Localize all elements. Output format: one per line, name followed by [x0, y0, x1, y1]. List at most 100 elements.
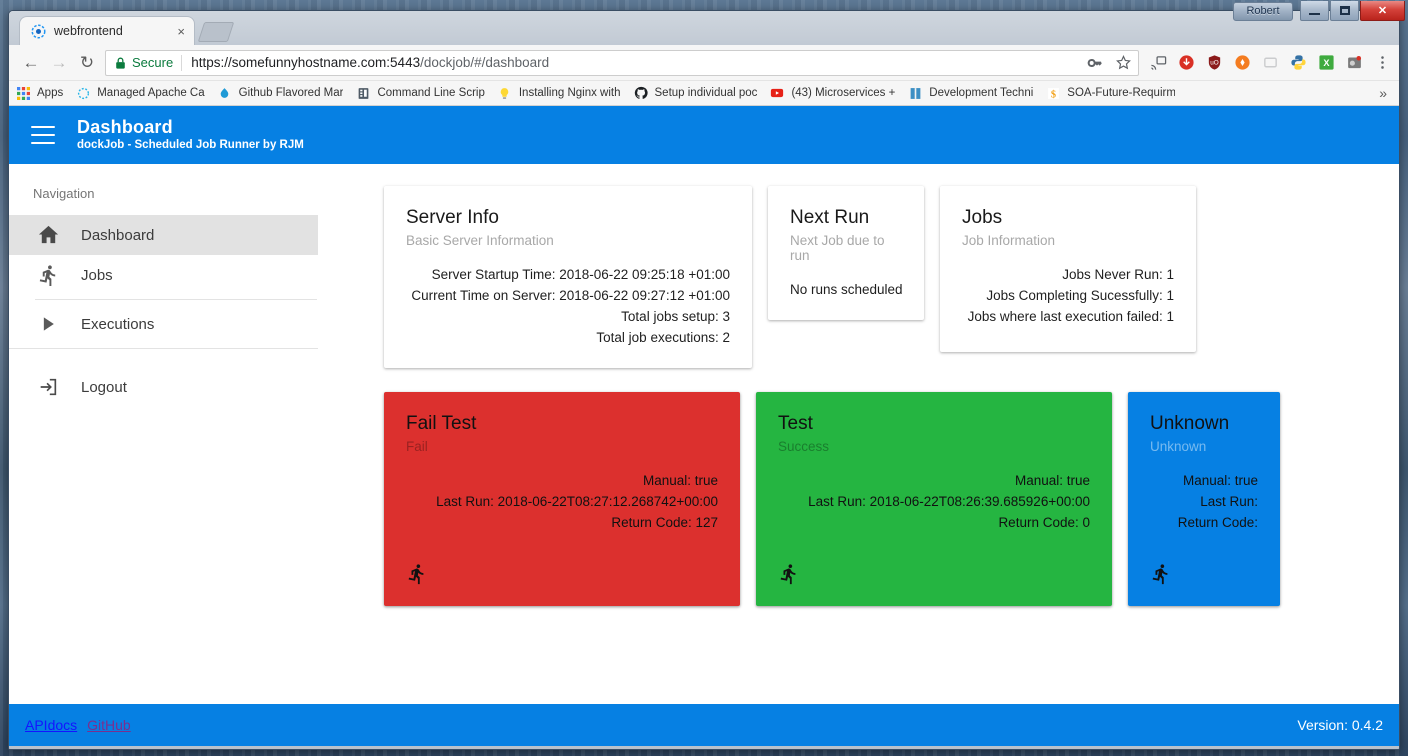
bookmark-label: Setup individual poc — [654, 87, 758, 99]
window-close-button[interactable]: ✕ — [1360, 1, 1405, 21]
sidebar-item-label: Executions — [81, 315, 155, 333]
version-label: Version: 0.4.2 — [1297, 717, 1383, 733]
forward-button[interactable]: → — [45, 49, 73, 77]
job-card-test: Test Success Manual: true Last Run: 2018… — [756, 392, 1112, 606]
omnibox-divider — [181, 54, 183, 71]
card-title: Jobs — [962, 207, 1003, 228]
os-title-bar: Robert ✕ — [0, 0, 1408, 24]
app-body: Navigation Dashboard Jobs Executions Log… — [9, 164, 1399, 704]
tab-close-button[interactable]: × — [174, 24, 188, 39]
browser-window: webfrontend × ← → ↻ Secure https://somef… — [8, 10, 1400, 750]
key-icon[interactable] — [1086, 54, 1104, 72]
sidebar: Navigation Dashboard Jobs Executions Log… — [9, 164, 318, 704]
new-tab-button[interactable] — [197, 22, 235, 42]
runner-icon — [35, 264, 61, 287]
window-maximize-button[interactable] — [1330, 1, 1359, 21]
github-link[interactable]: GitHub — [87, 717, 131, 733]
info-line: Last Run: — [1200, 494, 1258, 509]
window-bottom-edge — [9, 746, 1399, 749]
os-user-button[interactable]: Robert — [1233, 2, 1293, 21]
bookmarks-overflow-button[interactable]: » — [1379, 85, 1393, 101]
download-manager-icon[interactable] — [1177, 54, 1195, 72]
youtube-icon — [769, 85, 785, 101]
card-subtitle: Next Job due to run — [790, 233, 885, 263]
cast-icon[interactable] — [1149, 54, 1167, 72]
bookmark-item[interactable]: $ SOA-Future-Requirm — [1045, 85, 1175, 101]
webfrontend-favicon — [30, 23, 46, 39]
drupal-droplet-icon — [217, 85, 233, 101]
sidebar-divider — [35, 299, 317, 300]
logout-icon — [35, 376, 61, 398]
card-body: No runs scheduled — [790, 279, 903, 300]
hamburger-icon[interactable] — [31, 126, 55, 144]
bookmark-label: Github Flavored Mar — [238, 87, 344, 99]
svg-text:uO: uO — [1210, 60, 1219, 67]
sidebar-item-logout[interactable]: Logout — [9, 367, 318, 407]
orange-circle-extension-icon[interactable] — [1233, 54, 1251, 72]
address-bar[interactable]: Secure https://somefunnyhostname.com:544… — [105, 49, 1139, 76]
app-header: Dashboard dockJob - Scheduled Job Runner… — [9, 106, 1399, 164]
page-viewport: Dashboard dockJob - Scheduled Job Runner… — [9, 106, 1399, 746]
chrome-menu-icon[interactable] — [1373, 54, 1391, 72]
bookmark-item[interactable]: Development Techni — [907, 85, 1033, 101]
run-job-button[interactable] — [406, 547, 718, 590]
blue-book-icon — [907, 85, 923, 101]
info-line: Return Code: 127 — [611, 515, 718, 530]
back-button[interactable]: ← — [17, 49, 45, 77]
bookmark-item[interactable]: (43) Microservices + — [769, 85, 895, 101]
info-line: Return Code: 0 — [998, 515, 1090, 530]
info-line: Current Time on Server: 2018-06-22 09:27… — [411, 288, 730, 303]
card-title: Server Info — [406, 207, 499, 228]
card-title: Test — [778, 413, 813, 434]
card-title: Unknown — [1150, 413, 1230, 434]
job-card-fail-test: Fail Test Fail Manual: true Last Run: 20… — [384, 392, 740, 606]
run-job-button[interactable] — [1150, 547, 1258, 590]
api-docs-link[interactable]: APIdocs — [25, 717, 77, 733]
bookmark-item[interactable]: Apps — [15, 85, 63, 101]
play-triangle-icon — [35, 314, 61, 334]
bookmarks-bar: Apps Managed Apache Ca Github Flavored M… — [9, 81, 1399, 106]
bookmark-item[interactable]: Command Line Scrip — [355, 85, 485, 101]
bookmark-item[interactable]: Managed Apache Ca — [75, 85, 205, 101]
xmarks-icon[interactable]: X — [1317, 54, 1335, 72]
info-line: Manual: true — [642, 473, 718, 488]
dollar-icon: $ — [1045, 85, 1061, 101]
sidebar-item-jobs[interactable]: Jobs — [9, 255, 318, 295]
info-line: No runs scheduled — [790, 282, 903, 297]
reload-button[interactable]: ↻ — [73, 49, 101, 77]
tab-title: webfrontend — [54, 24, 123, 38]
github-icon — [633, 85, 649, 101]
screenshot-extension-icon[interactable] — [1345, 54, 1363, 72]
extension-toolbar: uO X — [1145, 54, 1391, 72]
url-path: /dockjob/#/dashboard — [420, 55, 550, 70]
card-subtitle: Basic Server Information — [406, 233, 554, 248]
info-line: Last Run: 2018-06-22T08:26:39.685926+00:… — [808, 494, 1090, 509]
job-status-label: Fail — [406, 439, 428, 454]
window-controls: ✕ — [1299, 1, 1405, 21]
job-card-row: Fail Test Fail Manual: true Last Run: 20… — [384, 392, 1399, 606]
app-subtitle: dockJob - Scheduled Job Runner by RJM — [77, 139, 304, 151]
runner-icon — [778, 564, 800, 589]
card-body: Manual: true Last Run: 2018-06-22T08:26:… — [778, 470, 1090, 533]
apps-grid-icon — [15, 85, 31, 101]
ublock-shield-icon[interactable]: uO — [1205, 54, 1223, 72]
home-icon — [35, 224, 61, 247]
sidebar-item-executions[interactable]: Executions — [9, 304, 318, 344]
bookmark-item[interactable]: Installing Nginx with — [497, 85, 621, 101]
lightbulb-icon — [497, 85, 513, 101]
info-line: Manual: true — [1014, 473, 1090, 488]
python-icon[interactable] — [1289, 54, 1307, 72]
card-title: Next Run — [790, 207, 870, 228]
next-run-card: Next Run Next Job due to run No runs sch… — [768, 186, 924, 320]
run-job-button[interactable] — [778, 547, 1090, 590]
sidebar-item-dashboard[interactable]: Dashboard — [9, 215, 318, 255]
window-minimize-button[interactable] — [1300, 1, 1329, 21]
sidebar-divider — [9, 348, 318, 349]
jobs-summary-card: Jobs Job Information Jobs Never Run: 1 J… — [940, 186, 1196, 352]
bookmark-label: Managed Apache Ca — [97, 87, 205, 99]
bookmark-item[interactable]: Github Flavored Mar — [217, 85, 344, 101]
faded-extension-icon[interactable] — [1261, 54, 1279, 72]
card-body: Jobs Never Run: 1 Jobs Completing Sucess… — [962, 264, 1174, 327]
star-icon[interactable] — [1114, 54, 1132, 72]
bookmark-item[interactable]: Setup individual poc — [633, 85, 758, 101]
